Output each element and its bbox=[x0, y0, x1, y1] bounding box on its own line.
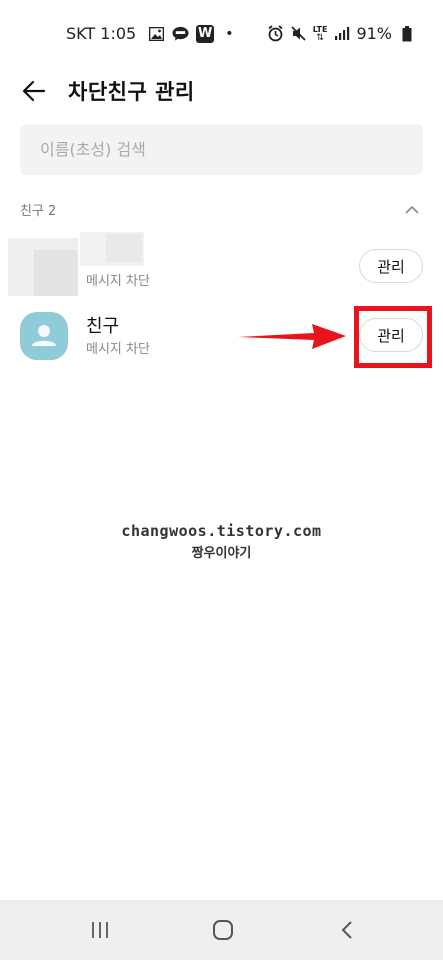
notification-dot: • bbox=[225, 25, 234, 42]
gallery-icon bbox=[148, 25, 165, 42]
back-button[interactable] bbox=[18, 76, 50, 106]
notification-icons: W • bbox=[148, 24, 234, 43]
watermark-blog-name: 짱우이야기 bbox=[191, 546, 252, 561]
search-box[interactable] bbox=[20, 124, 423, 175]
home-icon bbox=[213, 920, 233, 940]
status-bar: SKT 1:05 W • LTE ⇅ 91% bbox=[0, 0, 443, 66]
recents-button[interactable] bbox=[80, 914, 120, 946]
battery-percent: 91% bbox=[356, 24, 392, 43]
friend-status: 메시지 차단 bbox=[86, 342, 150, 357]
battery-icon bbox=[398, 25, 415, 42]
friends-section-header: 친구 2 bbox=[20, 198, 423, 220]
blur-block bbox=[106, 234, 142, 262]
system-nav-bar bbox=[0, 900, 443, 960]
mute-icon bbox=[290, 25, 307, 42]
friend-name: 친구 bbox=[86, 316, 120, 337]
status-left: SKT 1:05 W • bbox=[66, 24, 233, 43]
highlight-box-annotation bbox=[354, 306, 432, 368]
data-arrows-icon: ⇅ bbox=[316, 32, 324, 43]
chevron-up-icon bbox=[405, 205, 419, 214]
section-label: 친구 2 bbox=[20, 203, 57, 219]
w-badge-text: W bbox=[198, 26, 213, 41]
search-input[interactable] bbox=[40, 140, 423, 159]
w-app-icon: W bbox=[196, 24, 215, 43]
collapse-button[interactable] bbox=[401, 198, 423, 220]
avatar bbox=[20, 312, 68, 360]
talk-bubble-icon bbox=[172, 25, 189, 42]
manage-button[interactable]: 관리 bbox=[359, 249, 423, 283]
home-button[interactable] bbox=[203, 914, 243, 946]
red-arrow-annotation bbox=[238, 324, 346, 349]
recents-icon bbox=[92, 922, 108, 938]
blocked-friend-row[interactable]: 메시지 차단 관리 bbox=[0, 232, 443, 296]
lte-indicator: LTE ⇅ bbox=[313, 25, 328, 43]
app-header: 차단친구 관리 bbox=[0, 66, 443, 116]
watermark-url: changwoos.tistory.com bbox=[121, 522, 322, 540]
nav-back-button[interactable] bbox=[327, 914, 367, 946]
carrier-time: SKT 1:05 bbox=[66, 24, 137, 43]
chevron-left-icon bbox=[341, 921, 352, 939]
status-right: LTE ⇅ 91% bbox=[267, 24, 415, 43]
arrow-left-icon bbox=[22, 80, 46, 102]
friend-status: 메시지 차단 bbox=[86, 274, 150, 289]
page-title: 차단친구 관리 bbox=[68, 80, 195, 104]
alarm-icon bbox=[267, 25, 284, 42]
blur-block bbox=[34, 250, 78, 296]
person-icon bbox=[32, 325, 56, 346]
watermark: changwoos.tistory.com 짱우이야기 bbox=[0, 522, 443, 561]
signal-icon bbox=[333, 25, 350, 42]
